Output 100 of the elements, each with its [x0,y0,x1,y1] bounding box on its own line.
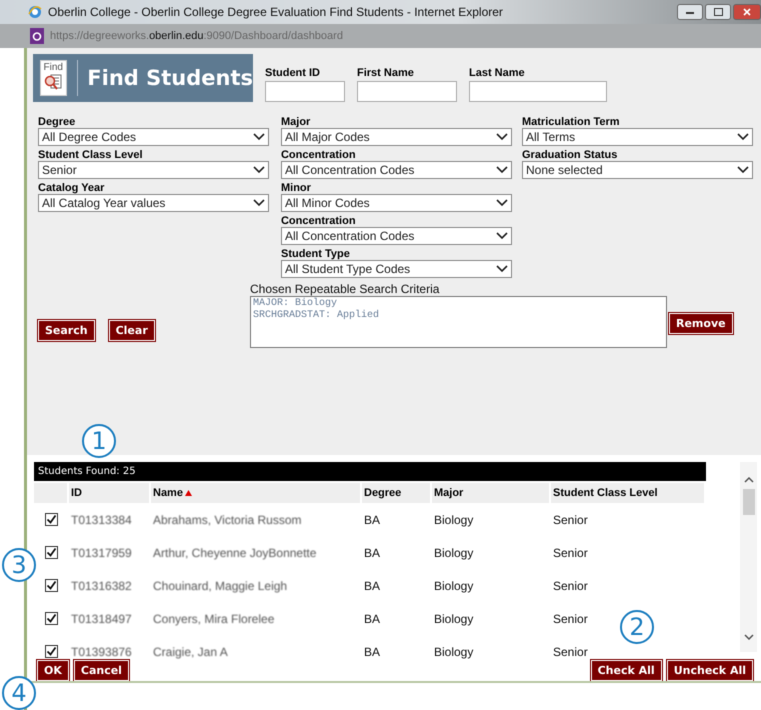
table-cell-text: Abrahams, Victoria Russom [152,512,302,527]
table-cell-text: Chouinard, Maggie Leigh [152,578,288,593]
dropdown-field[interactable]: All Concentration Codes [280,161,512,179]
header-cell[interactable]: Name [151,482,360,503]
dropdown-field[interactable]: All Concentration Codes [280,227,512,245]
table-cell-text: T01316382 [70,578,133,593]
field-label: Concentration [280,149,357,161]
criteria-label: Chosen Repeatable Search Criteria [250,282,440,296]
dropdown-field[interactable]: None selected [522,161,753,179]
maximize-icon [714,8,722,16]
url-text[interactable]: https://degreeworks.oberlin.edu:9090/Dashboard/dashboard [50,30,343,42]
table-cell-text: T01318497 [70,612,133,626]
table-cell-text: Senior [552,512,589,527]
remove-button[interactable]: Remove [669,313,733,334]
table-cell-text: Conyers, Mira Florelee [152,612,276,626]
row-checkbox[interactable] [45,612,58,626]
table-cell-text: Biology [433,578,474,593]
row-checkbox[interactable] [45,579,58,592]
row-checkbox[interactable] [45,645,58,658]
page-title: Find Students [87,66,253,90]
table-cell-text: T01313384 [70,512,133,527]
dropdown-caret-icon [253,166,265,174]
dropdown-field[interactable]: All Student Type Codes [280,260,512,278]
table-cell-text: BA [363,546,382,560]
field-label: Graduation Status [522,149,618,161]
dropdown-caret-icon [496,133,508,141]
callout-number: 3 [2,548,36,582]
table-cell-text: BA [363,578,382,593]
cancel-button[interactable]: Cancel [74,660,129,681]
field-label: Concentration [280,215,357,227]
window-title: Oberlin College - Oberlin College Degree Evaluation Find Students - Internet Explorer [48,5,503,19]
field-label: Catalog Year [38,182,106,194]
scrollbar[interactable] [740,462,757,652]
dropdown-caret-icon [736,133,749,141]
dropdown-caret-icon [496,199,508,207]
dropdown-field[interactable]: All Major Codes [280,128,512,146]
dropdown-caret-icon [496,232,508,240]
row-checkbox[interactable] [45,546,58,560]
minimize-button[interactable] [677,4,703,20]
dropdown-field[interactable]: All Catalog Year values [38,194,269,212]
table-cell-text: BA [363,612,382,626]
scroll-down-icon[interactable] [744,634,754,640]
table-cell-text: Senior [552,578,589,593]
table-cell-text: Craigie, Jan A [152,644,229,659]
input-field[interactable] [265,81,345,102]
header-cell[interactable]: Student Class Level [551,482,704,503]
uncheck-all-button[interactable]: Uncheck All [666,660,753,681]
maximize-button[interactable] [705,4,731,20]
field-label: Matriculation Term [522,116,621,128]
results-count: Students Found: 25 [38,466,136,477]
field-label: Student Class Level [38,149,144,161]
table-cell-text: BA [363,512,382,527]
dropdown-caret-icon [496,265,508,273]
table-cell-text: Biology [433,612,474,626]
find-logo: Find [40,60,67,96]
field-label: First Name [357,67,415,79]
callout-number: 4 [2,676,36,710]
field-label: Major [280,116,312,128]
table-cell-text: T01393876 [70,644,133,659]
table-cell-text: T01317959 [70,546,133,560]
sort-arrow-icon [184,490,192,496]
criteria-list[interactable]: MAJOR: Biology SRCHGRADSTAT: Applied [250,296,667,348]
dropdown-field[interactable]: Senior [38,161,269,179]
ok-button[interactable]: OK [37,660,69,681]
table-cell-text: Arthur, Cheyenne JoyBonnette [152,546,318,560]
scrollbar-thumb[interactable] [742,489,754,515]
table-cell-text: Senior [552,546,589,560]
row-checkbox[interactable] [45,513,58,526]
site-icon [30,28,44,44]
field-label: Student ID [265,67,321,79]
check-all-button[interactable]: Check All [590,660,662,681]
input-field[interactable] [357,81,457,102]
header-cell[interactable]: ID [69,482,149,503]
table-cell-text: Biology [433,644,474,659]
header-cell[interactable]: Major [432,482,549,503]
dropdown-field[interactable]: All Minor Codes [280,194,512,212]
dropdown-caret-icon [496,166,508,174]
minimize-icon [686,10,694,14]
header-cell[interactable]: Degree [362,482,430,503]
header-cell [34,482,67,503]
dropdown-field[interactable]: All Degree Codes [38,128,269,146]
table-cell-text: Biology [433,512,474,527]
scroll-up-icon[interactable] [744,477,754,483]
input-field[interactable] [469,81,607,102]
close-icon [743,8,751,16]
table-cell-text: Biology [433,546,474,560]
field-label: Minor [280,182,312,194]
field-label: Degree [38,116,76,128]
dropdown-field[interactable]: All Terms [522,128,753,146]
close-button[interactable] [733,4,761,20]
dropdown-caret-icon [253,199,265,207]
dropdown-caret-icon [736,166,749,174]
table-cell-text: BA [363,644,382,659]
search-button[interactable]: Search [38,320,95,341]
field-label: Last Name [469,67,526,79]
browser-icon [28,5,42,19]
clear-button[interactable]: Clear [108,320,155,341]
table-cell-text: Senior [552,644,589,659]
dropdown-caret-icon [253,133,265,141]
field-label: Student Type [280,248,351,260]
